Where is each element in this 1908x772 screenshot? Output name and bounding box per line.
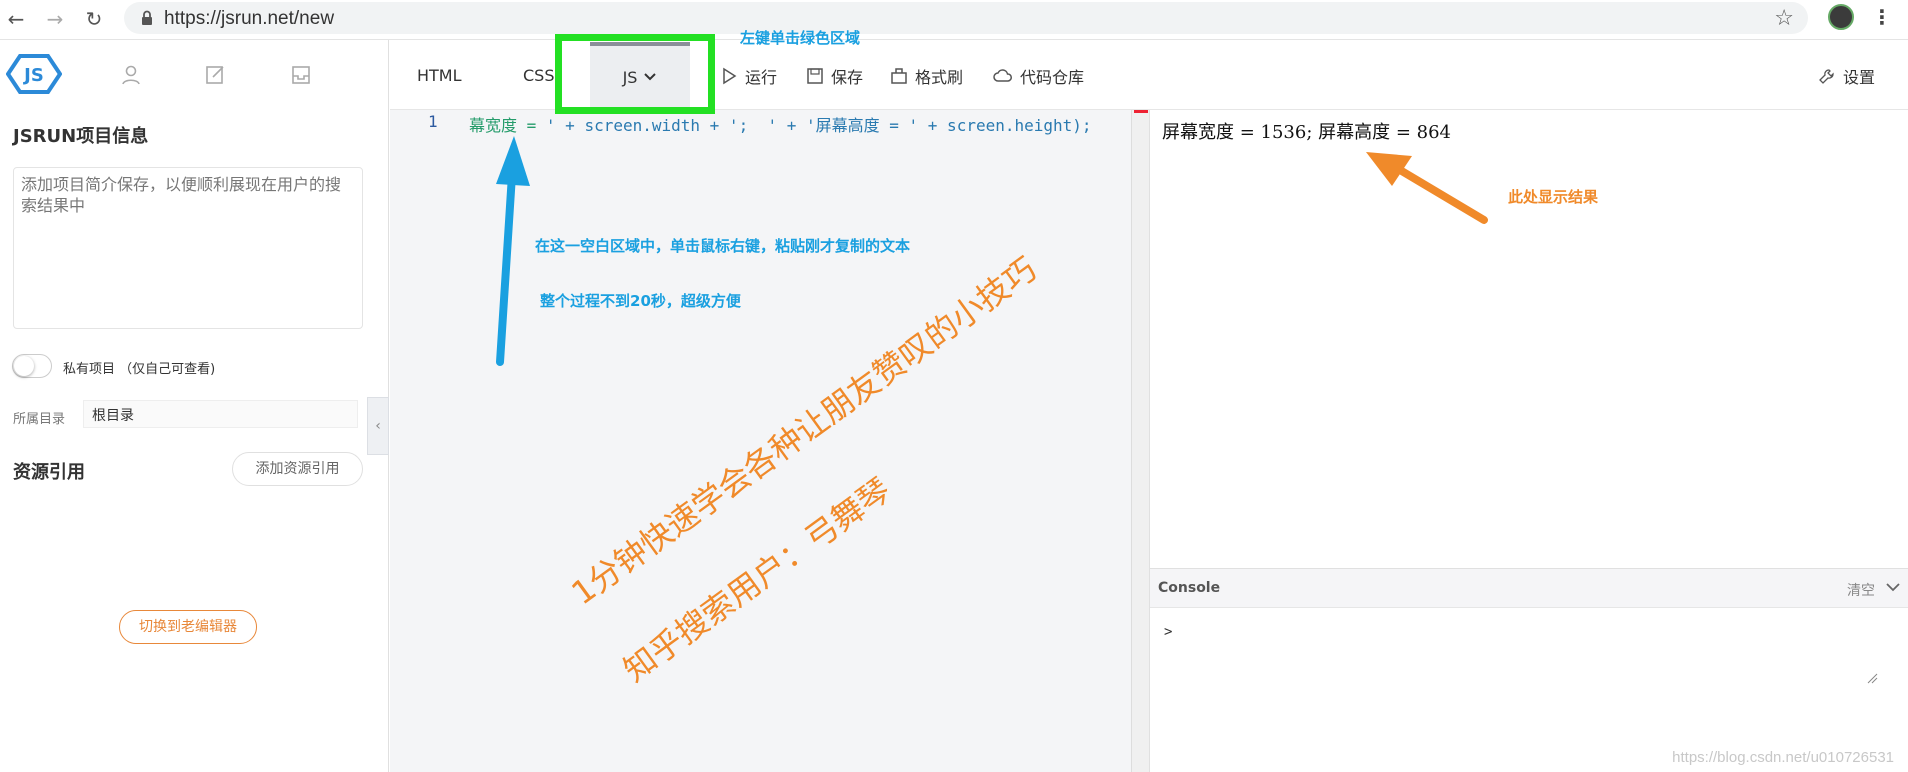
- run-label: 运行: [745, 68, 778, 87]
- collapse-sidebar-button[interactable]: ‹: [367, 397, 389, 455]
- edit-icon[interactable]: [205, 64, 227, 86]
- browser-toolbar: ← → ↻ https://jsrun.net/new ☆ ⋮: [0, 0, 1908, 40]
- console-title: Console: [1158, 580, 1221, 596]
- save-label: 保存: [831, 68, 864, 87]
- scroll-marker: [1134, 110, 1148, 113]
- console-header: Console 清空: [1150, 568, 1908, 608]
- resize-grip-icon[interactable]: [1866, 672, 1878, 684]
- console-panel: Console 清空 >: [1149, 568, 1908, 772]
- private-project-label: 私有项目 （仅自己可查看): [63, 362, 216, 377]
- settings-button[interactable]: 设置: [1818, 64, 1875, 88]
- code-repo-button[interactable]: 代码仓库: [993, 64, 1084, 88]
- settings-wrench-icon: [1819, 69, 1834, 84]
- project-description-field[interactable]: 添加项目简介保存，以便顺利展现在用户的搜索结果中: [13, 167, 363, 329]
- private-project-toggle[interactable]: [12, 354, 52, 378]
- settings-label: 设置: [1843, 68, 1876, 87]
- code-line: 幕宽度 = ' + screen.width + '; ' + '屏幕高度 = …: [469, 112, 1092, 136]
- code-repo-label: 代码仓库: [1020, 68, 1085, 87]
- editor-scrollbar[interactable]: [1131, 110, 1149, 772]
- result-note: 此处显示结果: [1508, 188, 1599, 206]
- watermark: https://blog.csdn.net/u010726531: [1672, 749, 1894, 766]
- tab-css[interactable]: CSS: [523, 66, 554, 85]
- play-icon: [723, 67, 737, 85]
- directory-field[interactable]: 根目录: [83, 400, 358, 428]
- avatar[interactable]: [1828, 4, 1854, 30]
- back-arrow-icon[interactable]: ←: [3, 6, 29, 32]
- format-label: 格式刷: [915, 68, 964, 87]
- forward-arrow-icon[interactable]: →: [42, 6, 68, 32]
- run-button[interactable]: 运行: [720, 64, 777, 88]
- add-resource-button[interactable]: 添加资源引用: [232, 452, 363, 486]
- chevron-down-icon[interactable]: [1883, 577, 1903, 597]
- code-string: 幕宽度 =: [469, 116, 546, 135]
- time-note: 整个过程不到20秒，超级方便: [540, 292, 741, 310]
- resources-title: 资源引用: [13, 462, 85, 483]
- reload-icon[interactable]: ↻: [81, 6, 107, 32]
- paste-instruction-note: 在这一空白区域中，单击鼠标右键，粘贴刚才复制的文本: [535, 237, 911, 255]
- jsrun-logo[interactable]: JS: [6, 54, 62, 94]
- save-icon: [807, 68, 823, 84]
- tab-html[interactable]: HTML: [417, 66, 462, 85]
- inbox-icon[interactable]: [290, 64, 312, 86]
- console-clear-button[interactable]: 清空: [1847, 580, 1875, 600]
- green-highlight-box: [555, 34, 715, 114]
- cloud-icon: [993, 69, 1012, 82]
- directory-label: 所属目录: [13, 412, 66, 427]
- project-info-title: JSRUN项目信息: [13, 126, 149, 147]
- svg-text:JS: JS: [22, 65, 44, 86]
- green-box-note: 左键单击绿色区域: [740, 29, 861, 47]
- switch-old-editor-button[interactable]: 切换到老编辑器: [119, 610, 257, 644]
- format-brush-icon: [891, 68, 907, 84]
- line-number: 1: [428, 112, 438, 131]
- result-output: 屏幕宽度 = 1536; 屏幕高度 = 864: [1162, 122, 1452, 143]
- menu-icon[interactable]: ⋮: [1872, 4, 1892, 30]
- user-icon[interactable]: [120, 64, 142, 86]
- sidebar: JS JSRUN项目信息 添加项目简介保存，以便顺利展现在用户的搜索结果中 私有…: [0, 40, 389, 772]
- chevron-left-icon: ‹: [375, 418, 381, 434]
- save-button[interactable]: 保存: [806, 64, 863, 88]
- url-text: https://jsrun.net/new: [164, 8, 335, 29]
- address-bar[interactable]: https://jsrun.net/new ☆: [124, 2, 1808, 34]
- code-rest: ' + screen.width + '; ' + '屏幕高度 = ' + sc…: [545, 116, 1092, 135]
- result-panel: 屏幕宽度 = 1536; 屏幕高度 = 864: [1149, 110, 1908, 568]
- star-icon[interactable]: ☆: [1774, 6, 1794, 31]
- format-button[interactable]: 格式刷: [890, 64, 963, 88]
- console-prompt[interactable]: >: [1164, 624, 1172, 640]
- lock-icon: [142, 10, 152, 25]
